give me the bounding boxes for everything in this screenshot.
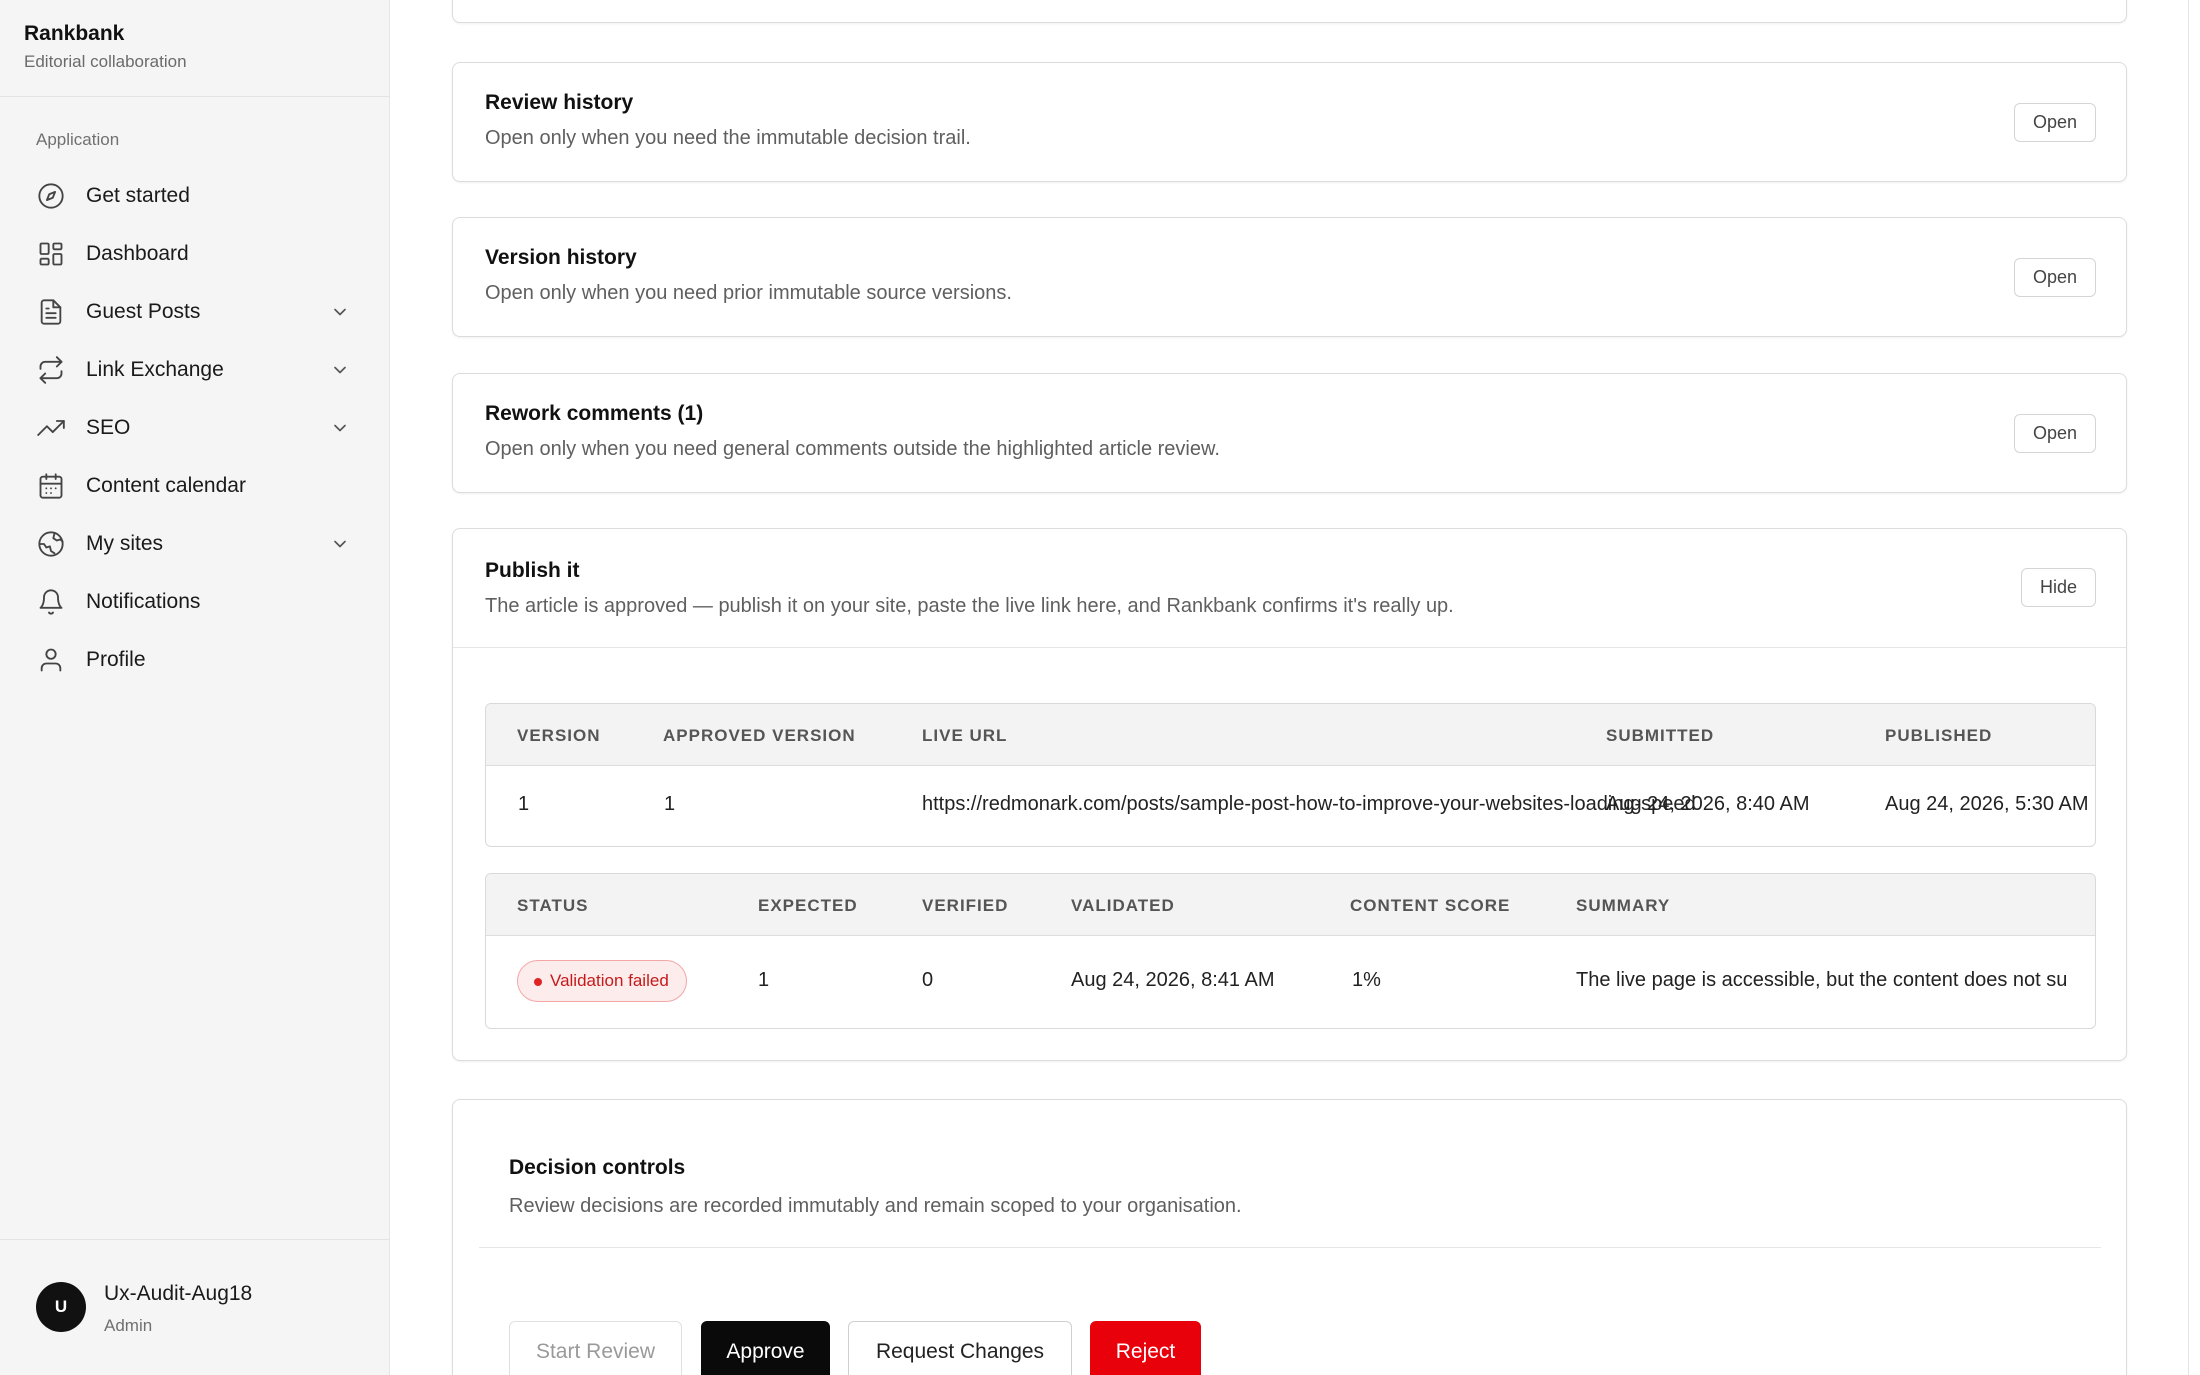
card-title: Version history	[485, 246, 637, 269]
bell-icon	[36, 587, 66, 617]
column-header-validated: VALIDATED	[1071, 896, 1175, 915]
cell-approved-version: 1	[664, 793, 676, 815]
submission-table: VERSION APPROVED VERSION LIVE URL SUBMIT…	[485, 703, 2096, 847]
cell-summary: The live page is accessible, but the con…	[1576, 969, 2068, 991]
sidebar-item-label: Link Exchange	[86, 358, 224, 381]
globe-icon	[36, 529, 66, 559]
column-header-content-score: CONTENT SCORE	[1350, 896, 1511, 915]
exchange-icon	[36, 355, 66, 385]
card-title: Decision controls	[509, 1156, 686, 1179]
column-header-summary: SUMMARY	[1576, 896, 1671, 915]
brand-subtitle: Editorial collaboration	[24, 52, 187, 71]
user-icon	[36, 645, 66, 675]
user-name: Ux-Audit-Aug18	[104, 1282, 253, 1305]
live-url-link[interactable]: https://redmonark.com/posts/sample-post-…	[922, 793, 1696, 816]
cell-submitted: Aug 24, 2026, 8:40 AM	[1606, 793, 1810, 815]
dashboard-icon	[36, 239, 66, 269]
column-header-live-url: LIVE URL	[922, 726, 1008, 745]
sidebar: Rankbank Editorial collaboration Applica…	[0, 0, 390, 1375]
status-badge-label: Validation failed	[550, 971, 669, 990]
sidebar-item-my-sites[interactable]: My sites	[0, 515, 389, 573]
sidebar-item-label: Guest Posts	[86, 300, 201, 323]
table-header: STATUS EXPECTED VERIFIED VALIDATED CONTE…	[486, 874, 2095, 936]
table-header: VERSION APPROVED VERSION LIVE URL SUBMIT…	[486, 704, 2095, 766]
card-description: Open only when you need general comments…	[485, 438, 1220, 460]
publish-card: Publish it The article is approved — pub…	[452, 528, 2127, 1061]
sidebar-item-notifications[interactable]: Notifications	[0, 573, 389, 631]
calendar-icon	[36, 471, 66, 501]
divider	[479, 1247, 2101, 1248]
divider	[453, 647, 2126, 648]
sidebar-item-label: SEO	[86, 416, 131, 439]
chevron-down-icon[interactable]	[330, 418, 350, 438]
avatar: U	[36, 1282, 86, 1332]
column-header-status: STATUS	[517, 896, 589, 915]
hide-publish-button[interactable]: Hide	[2020, 568, 2096, 607]
open-rework-comments-button[interactable]: Open	[2013, 414, 2096, 453]
sidebar-item-guest-posts[interactable]: Guest Posts	[0, 283, 389, 341]
version-history-card: Version history Open only when you need …	[452, 217, 2127, 337]
trending-up-icon	[36, 413, 66, 443]
column-header-published: PUBLISHED	[1885, 726, 1993, 745]
card-description: Review decisions are recorded immutably …	[509, 1195, 1242, 1217]
column-header-submitted: SUBMITTED	[1606, 726, 1715, 745]
chevron-down-icon[interactable]	[330, 360, 350, 380]
user-role: Admin	[104, 1316, 153, 1335]
card-title: Publish it	[485, 559, 580, 582]
chevron-down-icon[interactable]	[330, 534, 350, 554]
card-description: Open only when you need the immutable de…	[485, 127, 971, 149]
reject-button[interactable]: Reject	[1090, 1321, 1201, 1375]
sidebar-item-label: Get started	[86, 184, 190, 207]
compass-icon	[36, 181, 66, 211]
cell-published: Aug 24, 2026, 5:30 AM	[1885, 793, 2089, 815]
card-title: Rework comments (1)	[485, 402, 704, 425]
column-header-verified: VERIFIED	[922, 896, 1009, 915]
rework-comments-card: Rework comments (1) Open only when you n…	[452, 373, 2127, 493]
cell-version: 1	[518, 793, 530, 815]
document-icon	[36, 297, 66, 327]
status-badge: Validation failed	[517, 960, 687, 1002]
sidebar-item-label: Content calendar	[86, 474, 246, 497]
card-description: The article is approved — publish it on …	[485, 595, 1454, 617]
decision-controls-card: Decision controls Review decisions are r…	[452, 1099, 2127, 1375]
card-description: Open only when you need prior immutable …	[485, 282, 1012, 304]
sidebar-item-label: Profile	[86, 648, 146, 671]
sidebar-item-link-exchange[interactable]: Link Exchange	[0, 341, 389, 399]
sidebar-item-dashboard[interactable]: Dashboard	[0, 225, 389, 283]
chevron-down-icon[interactable]	[330, 302, 350, 322]
open-version-history-button[interactable]: Open	[2013, 258, 2096, 297]
cell-content-score: 1%	[1352, 969, 1381, 991]
sidebar-section-label: Application	[36, 130, 120, 149]
cell-verified: 0	[922, 969, 934, 991]
column-header-expected: EXPECTED	[758, 896, 858, 915]
user-menu[interactable]: U Ux-Audit-Aug18 Admin	[0, 1239, 390, 1375]
app-root: Rankbank Editorial collaboration Applica…	[0, 0, 2200, 1375]
brand[interactable]: Rankbank Editorial collaboration	[0, 0, 389, 97]
card-title: Review history	[485, 91, 634, 114]
approve-button[interactable]: Approve	[701, 1321, 830, 1375]
validation-table: STATUS EXPECTED VERIFIED VALIDATED CONTE…	[485, 873, 2096, 1029]
sidebar-item-label: My sites	[86, 532, 164, 555]
cell-validated: Aug 24, 2026, 8:41 AM	[1071, 969, 1275, 991]
sidebar-item-seo[interactable]: SEO	[0, 399, 389, 457]
open-review-history-button[interactable]: Open	[2013, 103, 2096, 142]
sidebar-item-content-calendar[interactable]: Content calendar	[0, 457, 389, 515]
sidebar-item-label: Dashboard	[86, 242, 189, 265]
review-history-card: Review history Open only when you need t…	[452, 62, 2127, 182]
cell-expected: 1	[758, 969, 770, 991]
sidebar-item-profile[interactable]: Profile	[0, 631, 389, 689]
sidebar-nav: Get started Dashboard Guest Posts Link E…	[0, 167, 389, 689]
sidebar-item-get-started[interactable]: Get started	[0, 167, 389, 225]
brand-name: Rankbank	[24, 22, 125, 45]
previous-card	[452, 0, 2127, 23]
sidebar-item-label: Notifications	[86, 590, 201, 613]
status-dot-icon	[534, 978, 542, 986]
column-header-approved-version: APPROVED VERSION	[663, 726, 856, 745]
column-header-version: VERSION	[517, 726, 601, 745]
request-changes-button[interactable]: Request Changes	[848, 1321, 1072, 1375]
start-review-button[interactable]: Start Review	[509, 1321, 682, 1375]
scrollbar[interactable]	[2188, 0, 2189, 1375]
